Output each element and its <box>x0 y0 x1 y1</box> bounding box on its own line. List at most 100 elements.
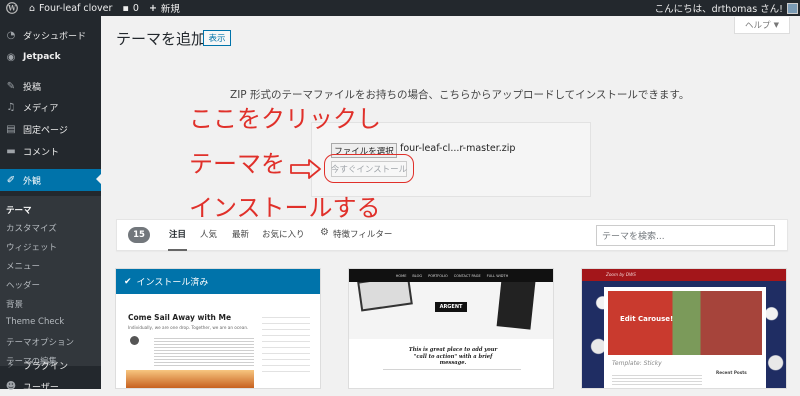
sidebar-item-media[interactable]: ♫ メディア <box>0 97 101 117</box>
plugins-icon: ⚡ <box>7 359 15 371</box>
preview-subtitle: Individually, we are one drop. Together,… <box>128 325 249 330</box>
preview-sunset-image <box>126 370 254 388</box>
active-tab-indicator <box>168 249 187 251</box>
submenu-widgets[interactable]: ウィジェット <box>6 241 57 253</box>
admin-sidebar: ◔ ダッシュボード ◉ Jetpack ✎ 投稿 ♫ メディア ▤ 固定ページ ▬ コメント… <box>0 16 101 393</box>
preview-title: Come Sail Away with Me <box>128 313 232 322</box>
annotation-arrow-icon <box>290 159 321 179</box>
media-icon: ♫ <box>6 101 16 113</box>
preview-avatar <box>130 336 139 345</box>
preview-slider: Edit Carouse! <box>608 291 762 355</box>
plus-icon: + <box>148 2 157 14</box>
admin-bar: W ⌂ Four-leaf clover ▪ 0 + 新規 こんにちは、drth… <box>0 0 800 16</box>
jetpack-icon: ◉ <box>6 51 16 63</box>
new-label: 新規 <box>160 4 180 15</box>
submenu-customize[interactable]: カスタマイズ <box>6 222 57 234</box>
help-tab-button[interactable]: ヘルプ ▼ <box>734 17 790 34</box>
home-icon: ⌂ <box>29 2 36 14</box>
feature-filter-button[interactable]: 特徴フィルター <box>333 228 392 240</box>
preview-content: Edit Carouse! Template: Sticky Recent Po… <box>604 287 766 388</box>
site-name: Four-leaf clover <box>39 2 113 14</box>
comments-count: 0 <box>132 2 139 14</box>
checkmark-icon: ✔ <box>124 276 132 287</box>
users-icon: ☻ <box>5 380 17 392</box>
preview-header-title: Zoom by DWS <box>606 272 636 277</box>
sidebar-item-label: 外観 <box>23 176 42 187</box>
installed-label: インストール済み <box>136 278 209 288</box>
preview-post-title: Template: Sticky <box>612 360 662 367</box>
wordpress-logo-icon[interactable]: W <box>0 0 24 16</box>
preview-tagline: This is great place to add your "call to… <box>408 347 498 366</box>
sidebar-item-label: プラグイン <box>23 361 69 372</box>
preview-nav-item: FULL WIDTH <box>486 273 509 278</box>
sidebar-item-label: ダッシュボード <box>23 31 87 42</box>
preview-text-lines <box>383 367 521 372</box>
submenu-menus[interactable]: メニュー <box>6 260 40 272</box>
preview-text-lines <box>612 373 702 387</box>
comment-bubble-icon: ▪ <box>122 2 129 14</box>
annotation-line-2: テーマを <box>189 150 285 178</box>
preview-nav-item: HOME <box>395 273 407 278</box>
submenu-theme-check[interactable]: Theme Check <box>6 317 64 327</box>
my-account-link[interactable]: こんにちは、drthomas さん! <box>650 0 800 16</box>
new-content-link[interactable]: + 新規 <box>144 0 185 16</box>
sidebar-item-posts[interactable]: ✎ 投稿 <box>0 76 101 96</box>
sidebar-item-plugins[interactable]: ⚡ プラグイン <box>0 355 101 375</box>
sidebar-item-jetpack[interactable]: ◉ Jetpack <box>0 47 101 67</box>
preview-sidebar <box>262 312 310 372</box>
preview-phone-left <box>357 282 413 312</box>
greeting: こんにちは、drthomas さん! <box>654 4 783 15</box>
avatar <box>787 2 798 14</box>
theme-card-2[interactable]: HOME BLOG PORTFOLIO CONTACT PAGE FULL WI… <box>348 268 554 389</box>
submenu-background[interactable]: 背景 <box>6 298 23 310</box>
dashboard-icon: ◔ <box>6 29 16 41</box>
comments-link[interactable]: ▪ 0 <box>117 0 144 16</box>
search-placeholder: テーマを検索... <box>602 232 665 242</box>
pages-icon: ▤ <box>6 123 16 135</box>
site-name-link[interactable]: ⌂ Four-leaf clover <box>24 0 117 16</box>
theme-card-3[interactable]: Zoom by DWS Edit Carouse! Template: Stic… <box>581 268 787 389</box>
preview-header: Zoom by DWS <box>582 269 786 281</box>
sidebar-item-label: 投稿 <box>23 82 42 93</box>
triangle-down-icon: ▼ <box>773 21 779 29</box>
preview-hero-image: ARGENT <box>349 282 553 339</box>
page-title: テーマを追加 <box>116 30 207 48</box>
preview-slider-text: Edit Carouse! <box>620 315 674 323</box>
theme-card-1[interactable]: ✔ インストール済み Come Sail Away with Me Indivi… <box>115 268 321 389</box>
preview-nav-item: CONTACT PAGE <box>453 273 481 278</box>
tab-popular[interactable]: 人気 <box>200 228 217 240</box>
pin-icon: ✎ <box>6 80 16 92</box>
appearance-submenu: テーマ カスタマイズ ウィジェット メニュー ヘッダー 背景 Theme Che… <box>0 196 101 367</box>
selected-file-name: four-leaf-cl...r-master.zip <box>400 143 516 154</box>
annotation-line-1: ここをクリックし <box>189 105 381 133</box>
sidebar-item-dashboard[interactable]: ◔ ダッシュボード <box>0 25 101 45</box>
tab-featured[interactable]: 注目 <box>169 228 186 240</box>
sidebar-item-label: コメント <box>23 147 60 158</box>
comments-icon: ▬ <box>6 145 16 157</box>
preview-widget-title: Recent Posts <box>716 370 747 375</box>
theme-count-badge: 15 <box>128 227 150 243</box>
submenu-theme-options[interactable]: テーマオプション <box>6 336 74 348</box>
sidebar-item-users[interactable]: ☻ ユーザー <box>0 376 101 396</box>
submenu-themes[interactable]: テーマ <box>6 204 32 216</box>
show-upload-button[interactable]: 表示 <box>203 30 231 46</box>
preview-nav-bar: HOME BLOG PORTFOLIO CONTACT PAGE FULL WI… <box>349 269 553 282</box>
tab-latest[interactable]: 最新 <box>232 228 249 240</box>
help-label: ヘルプ <box>745 21 771 31</box>
sidebar-item-label: ユーザー <box>23 382 59 393</box>
sidebar-item-pages[interactable]: ▤ 固定ページ <box>0 119 101 139</box>
gear-icon[interactable]: ⚙ <box>320 227 329 238</box>
sidebar-item-appearance[interactable]: ✐ 外観 <box>0 169 101 191</box>
theme-search-input[interactable]: テーマを検索... <box>596 225 775 246</box>
upload-description: ZIP 形式のテーマファイルをお持ちの場合、こちらからアップロードしてインストー… <box>230 89 690 101</box>
theme-screenshot: Come Sail Away with Me Individually, we … <box>116 294 320 388</box>
sidebar-item-comments[interactable]: ▬ コメント <box>0 141 101 161</box>
tab-favorites[interactable]: お気に入り <box>262 228 305 240</box>
annotation-circle <box>324 154 414 183</box>
submenu-header[interactable]: ヘッダー <box>6 279 40 291</box>
sidebar-item-label: 固定ページ <box>23 125 68 136</box>
preview-banner: ARGENT <box>435 302 467 312</box>
sidebar-item-label: メディア <box>23 103 59 114</box>
sidebar-item-label: Jetpack <box>23 52 61 62</box>
preview-nav-item: PORTFOLIO <box>428 273 448 278</box>
